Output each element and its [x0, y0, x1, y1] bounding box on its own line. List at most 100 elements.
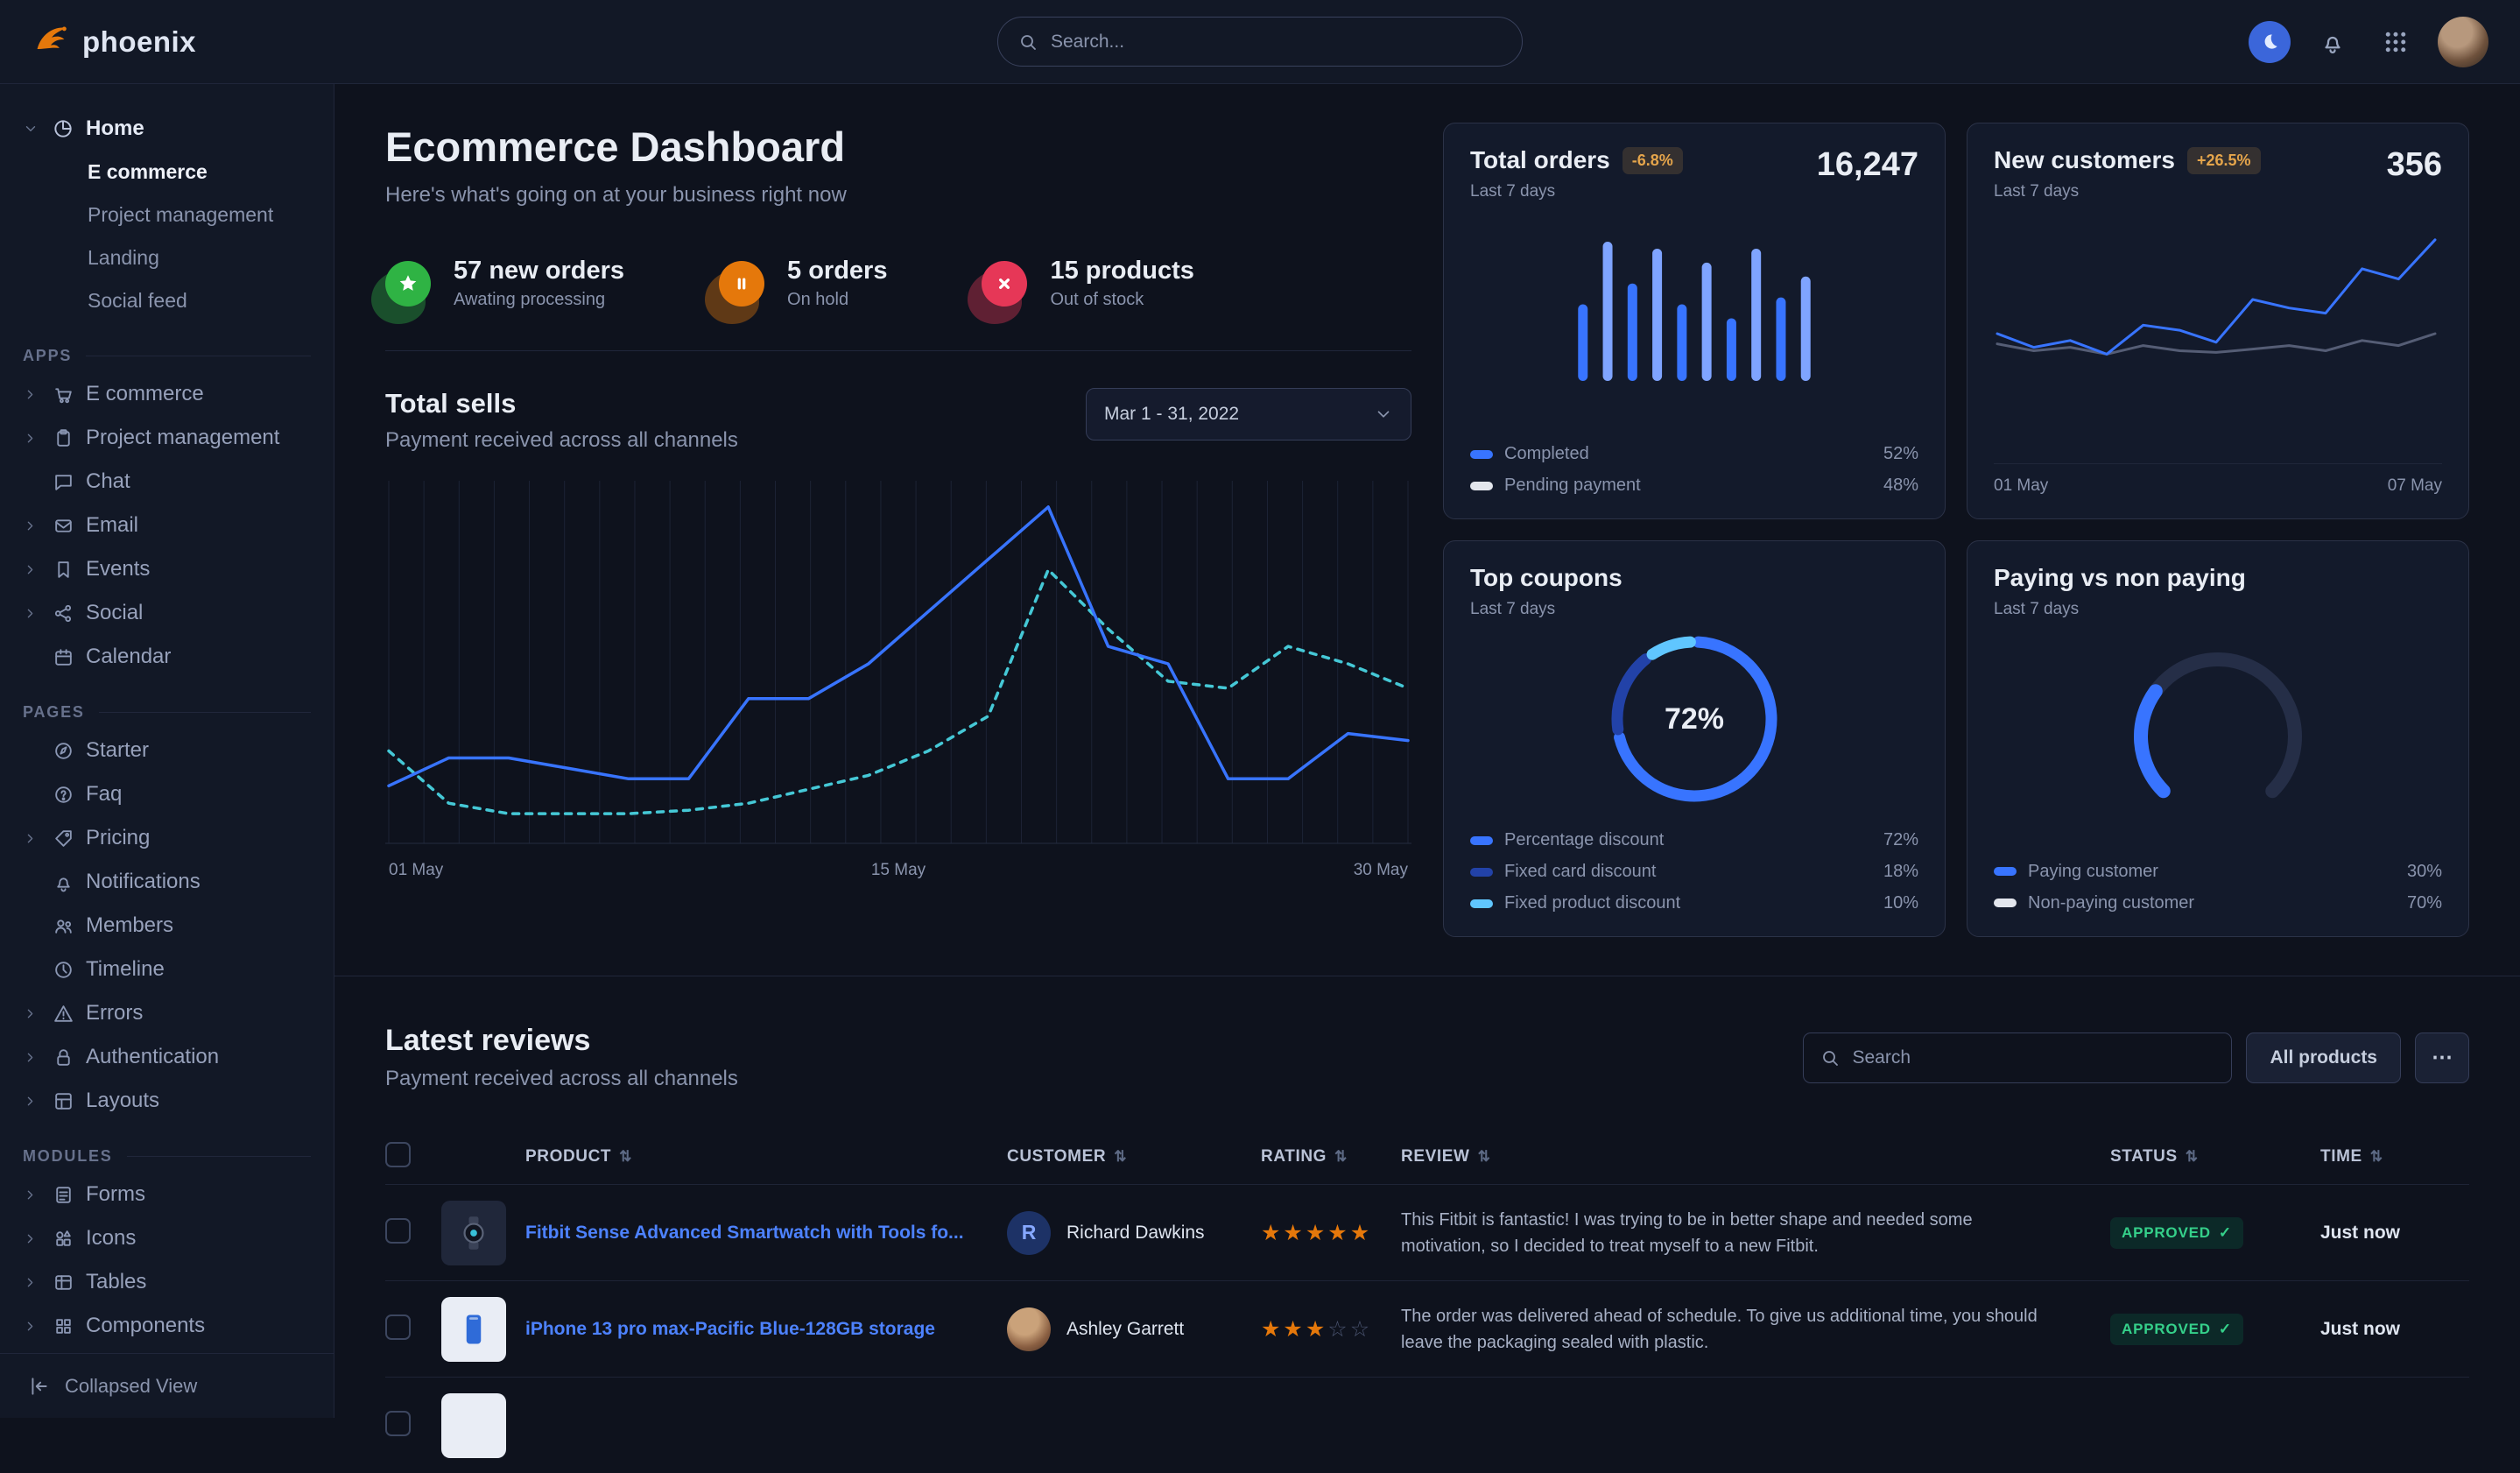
review-time: Just now — [2320, 1319, 2469, 1340]
reviews-title: Latest reviews — [385, 1024, 738, 1058]
sidebar-item-notifications[interactable]: Notifications — [23, 860, 311, 904]
stat-15-products: 15 productsOut of stock — [982, 257, 1193, 310]
paying-legend: Paying customer30%Non-paying customer70% — [1994, 862, 2442, 913]
sidebar-item-events[interactable]: Events — [23, 547, 311, 591]
legend-item-fixed-card-discount: Fixed card discount18% — [1470, 862, 1918, 882]
legend-item-non-paying-customer: Non-paying customer70% — [1994, 893, 2442, 913]
latest-reviews-section: Latest reviews Payment received across a… — [385, 976, 2469, 1473]
sidebar-section-modules: MODULES — [23, 1147, 311, 1166]
reviews-search-input[interactable] — [1852, 1047, 2215, 1068]
collapsed-view-button[interactable]: Collapsed View — [0, 1353, 334, 1418]
sidebar-item-calendar[interactable]: Calendar — [23, 635, 311, 679]
row-checkbox[interactable] — [385, 1314, 411, 1340]
sidebar-subitem-e-commerce[interactable]: E commerce — [23, 151, 311, 194]
sidebar-item-pricing[interactable]: Pricing — [23, 816, 311, 860]
all-products-button[interactable]: All products — [2246, 1033, 2401, 1083]
total-sells-x-labels: 01 May15 May30 May — [385, 861, 1411, 880]
notifications-button[interactable] — [2312, 21, 2354, 63]
column-header-customer[interactable]: CUSTOMER ⇅ — [1007, 1147, 1261, 1166]
sidebar-item-members[interactable]: Members — [23, 904, 311, 948]
rating-stars: ★★★☆☆ — [1261, 1316, 1401, 1343]
brand[interactable]: phoenix — [32, 20, 334, 63]
dashboard-left-column: Ecommerce Dashboard Here's what's going … — [385, 123, 1411, 937]
sidebar-subitem-project-management[interactable]: Project management — [23, 194, 311, 236]
sidebar-item-e-commerce[interactable]: E commerce — [23, 372, 311, 416]
global-search-input[interactable] — [1051, 32, 1503, 53]
sidebar-item-chat[interactable]: Chat — [23, 460, 311, 504]
new-customers-value: 356 — [2387, 146, 2442, 184]
sidebar-subitem-landing[interactable]: Landing — [23, 236, 311, 279]
paying-gauge-chart — [2100, 642, 2336, 817]
sidebar-item-home[interactable]: Home — [23, 107, 311, 151]
sidebar-item-forms[interactable]: Forms — [23, 1173, 311, 1216]
date-range-select[interactable]: Mar 1 - 31, 2022 — [1086, 388, 1411, 440]
sidebar-item-email[interactable]: Email — [23, 504, 311, 547]
caret-right-icon — [23, 1319, 40, 1334]
column-header-review[interactable]: REVIEW ⇅ — [1401, 1147, 2110, 1166]
reviews-search[interactable] — [1803, 1033, 2232, 1083]
sidebar-item-tables[interactable]: Tables — [23, 1260, 311, 1304]
user-avatar[interactable] — [2438, 17, 2488, 67]
top-coupons-card: Top coupons Last 7 days 72% Percentage d… — [1443, 540, 1946, 937]
total-orders-value: 16,247 — [1817, 146, 1918, 184]
sidebar-item-icons[interactable]: Icons — [23, 1216, 311, 1260]
check-icon: ✓ — [2219, 1224, 2232, 1242]
sidebar-item-errors[interactable]: Errors — [23, 991, 311, 1035]
apps-grid-button[interactable] — [2375, 21, 2417, 63]
global-search[interactable] — [997, 17, 1523, 67]
paying-vs-nonpaying-card: Paying vs non paying Last 7 days Paying … — [1967, 540, 2469, 937]
sidebar-item-authentication[interactable]: Authentication — [23, 1035, 311, 1079]
legend-item-fixed-product-discount: Fixed product discount10% — [1470, 893, 1918, 913]
sidebar-item-project-management[interactable]: Project management — [23, 416, 311, 460]
phoenix-logo-icon — [32, 20, 70, 63]
theme-toggle-button[interactable] — [2249, 21, 2291, 63]
column-header-product[interactable]: PRODUCT ⇅ — [525, 1147, 1007, 1166]
sidebar-item-faq[interactable]: Faq — [23, 772, 311, 816]
clipboard-icon — [49, 427, 77, 449]
sidebar-item-starter[interactable]: Starter — [23, 729, 311, 772]
sidebar: HomeE commerceProject managementLandingS… — [0, 84, 334, 1418]
caret-right-icon — [23, 1006, 40, 1021]
card-period: Last 7 days — [1470, 600, 1918, 619]
sidebar-item-layouts[interactable]: Layouts — [23, 1079, 311, 1123]
table-header-row: PRODUCT ⇅CUSTOMER ⇅RATING ⇅REVIEW ⇅STATU… — [385, 1130, 2469, 1184]
product-image-smartwatch — [441, 1201, 506, 1265]
legend-item-completed: Completed52% — [1470, 444, 1918, 464]
legend-swatch — [1994, 867, 2017, 876]
legend-item-pending-payment: Pending payment48% — [1470, 476, 1918, 496]
product-link[interactable]: Fitbit Sense Advanced Smartwatch with To… — [525, 1223, 1007, 1244]
legend-swatch — [1470, 899, 1493, 908]
sidebar-item-social[interactable]: Social — [23, 591, 311, 635]
new-customers-card: New customers +26.5% Last 7 days 356 01 … — [1967, 123, 2469, 519]
caret-right-icon — [23, 1188, 40, 1202]
bell-icon — [2319, 29, 2346, 55]
legend-item-percentage-discount: Percentage discount72% — [1470, 830, 1918, 850]
status-summary: 57 new ordersAwating processing5 ordersO… — [385, 257, 1411, 310]
more-options-button[interactable]: ⋯ — [2415, 1033, 2469, 1083]
date-range-value: Mar 1 - 31, 2022 — [1104, 404, 1239, 425]
bookmark-icon — [49, 559, 77, 581]
total-orders-card: Total orders -6.8% Last 7 days 16,247 Co… — [1443, 123, 1946, 519]
caret-right-icon — [23, 431, 40, 446]
review-time: Just now — [2320, 1223, 2469, 1244]
main-content: Ecommerce Dashboard Here's what's going … — [334, 84, 2520, 1473]
total-orders-legend: Completed52% Pending payment48% — [1470, 444, 1918, 496]
column-header-time[interactable]: TIME ⇅ — [2320, 1147, 2469, 1166]
x-axis-label: 15 May — [871, 861, 926, 880]
legend-swatch — [1470, 836, 1493, 845]
column-header-status[interactable]: STATUS ⇅ — [2110, 1147, 2320, 1166]
product-link[interactable]: iPhone 13 pro max-Pacific Blue-128GB sto… — [525, 1319, 1007, 1340]
product-image — [441, 1393, 506, 1458]
review-text: This Fitbit is fantastic! I was trying t… — [1401, 1207, 2110, 1259]
sidebar-item-timeline[interactable]: Timeline — [23, 948, 311, 991]
row-checkbox[interactable] — [385, 1411, 411, 1436]
column-header-rating[interactable]: RATING ⇅ — [1261, 1147, 1401, 1166]
page-title: Ecommerce Dashboard — [385, 123, 1411, 171]
total-sells-header: Total sells Payment received across all … — [385, 388, 1411, 453]
row-checkbox[interactable] — [385, 1218, 411, 1244]
customer-name: Ashley Garrett — [1066, 1319, 1184, 1340]
sidebar-subitem-social-feed[interactable]: Social feed — [23, 279, 311, 322]
select-all-checkbox[interactable] — [385, 1142, 411, 1167]
sidebar-item-components[interactable]: Components — [23, 1304, 311, 1348]
brand-name: phoenix — [82, 25, 196, 59]
